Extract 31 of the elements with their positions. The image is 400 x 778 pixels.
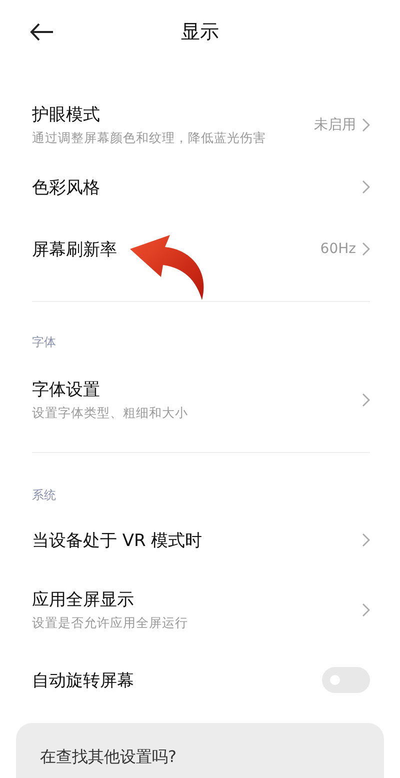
setting-title: 应用全屏显示 bbox=[32, 589, 135, 611]
page-title: 显示 bbox=[181, 20, 219, 45]
settings-row[interactable]: 字体设置 设置字体类型、粗细和大小 bbox=[0, 369, 400, 431]
chevron-icon bbox=[362, 533, 370, 547]
settings-row[interactable]: 自动旋转屏幕 bbox=[0, 645, 400, 715]
chevron-icon bbox=[362, 242, 370, 256]
setting-title: 当设备处于 VR 模式时 bbox=[32, 530, 204, 552]
setting-description: 设置是否允许应用全屏运行 bbox=[32, 615, 189, 632]
setting-title: 护眼模式 bbox=[32, 104, 101, 126]
chevron-icon bbox=[362, 393, 370, 407]
chevron-icon bbox=[362, 180, 370, 194]
card-title: 在查找其他设置吗? bbox=[40, 747, 176, 766]
setting-title: 字体设置 bbox=[32, 379, 101, 401]
chevron-icon bbox=[362, 118, 370, 132]
search-suggestion-card[interactable]: 在查找其他设置吗? bbox=[16, 723, 384, 778]
setting-value: 60Hz bbox=[320, 241, 356, 257]
setting-title: 屏幕刷新率 bbox=[32, 238, 118, 260]
setting-description: 设置字体类型、粗细和大小 bbox=[32, 405, 189, 422]
back-icon[interactable] bbox=[30, 23, 54, 41]
chevron-icon bbox=[362, 603, 370, 617]
settings-row[interactable]: 应用全屏显示 设置是否允许应用全屏运行 bbox=[0, 575, 400, 645]
settings-row[interactable]: 色彩风格 bbox=[0, 156, 400, 218]
setting-description: 通过调整屏幕颜色和纹理，降低蓝光伤害 bbox=[32, 130, 267, 147]
section-header: 系统 bbox=[31, 487, 57, 504]
setting-title: 色彩风格 bbox=[32, 176, 101, 198]
settings-row[interactable]: 屏幕刷新率 60Hz bbox=[0, 218, 400, 280]
setting-title: 自动旋转屏幕 bbox=[32, 670, 135, 692]
settings-row[interactable]: 护眼模式 通过调整屏幕颜色和纹理，降低蓝光伤害 未启用 bbox=[0, 94, 400, 156]
setting-value: 未启用 bbox=[314, 116, 356, 134]
section-header: 字体 bbox=[31, 334, 57, 351]
settings-row[interactable]: 当设备处于 VR 模式时 bbox=[0, 505, 400, 575]
